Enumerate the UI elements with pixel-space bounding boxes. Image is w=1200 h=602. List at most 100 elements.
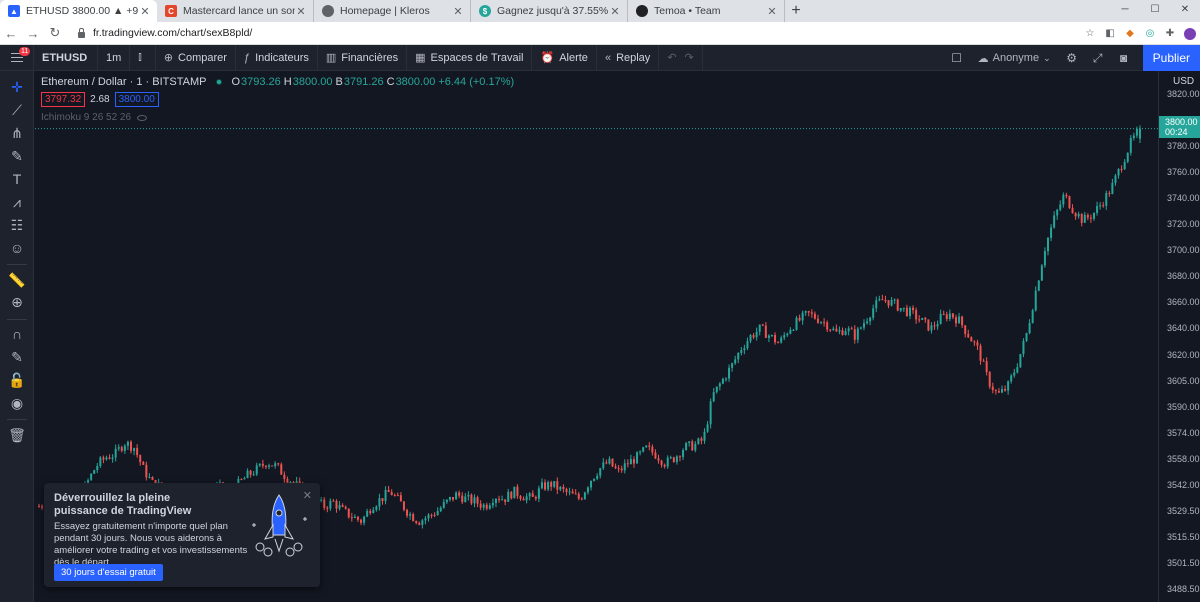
candle-body: [927, 319, 930, 331]
smiley-icon[interactable]: ☺: [0, 238, 34, 258]
forward-arrow-icon[interactable]: →: [22, 26, 44, 41]
fullscreen-icon[interactable]: ⤢: [1085, 51, 1111, 66]
browser-tab-temoa[interactable]: Temoa • Team ✕: [628, 0, 785, 22]
candle-body: [703, 431, 706, 441]
hidden-eye-icon[interactable]: [137, 114, 148, 121]
candle-body: [899, 308, 902, 311]
extension-icon[interactable]: ◧: [1104, 28, 1116, 40]
workspaces-button[interactable]: ▦ Espaces de Travail: [407, 44, 533, 71]
indicators-button[interactable]: ƒ Indicateurs: [236, 44, 318, 71]
trash-icon[interactable]: 🗑: [0, 425, 34, 445]
crosshair-icon[interactable]: ✛: [0, 77, 34, 97]
drawing-toolbar: ✛ ⟋ ⋔ ✎ T ⩘ ☷ ☺ 📏 ⊕ ∩ ✎ 🔓 ◉ 🗑: [0, 71, 34, 602]
browser-tab-tradingview[interactable]: ▲ ETHUSD 3800.00 ▲ +9.08% Ano ✕: [0, 0, 157, 22]
financials-button[interactable]: ▥ Financières: [318, 44, 408, 71]
compare-button[interactable]: ⊕ Comparer: [156, 44, 236, 71]
sell-price-button[interactable]: 3797.32: [41, 92, 86, 107]
candle-body: [1022, 340, 1025, 354]
redo-icon[interactable]: ↷: [685, 51, 694, 64]
candle-body: [583, 492, 586, 500]
candle-body: [789, 329, 792, 334]
candle-body: [402, 501, 405, 510]
candle-body: [764, 325, 767, 338]
ruler-icon[interactable]: 📏: [0, 270, 34, 290]
chart-type-button[interactable]: ⫾: [130, 44, 156, 71]
brush-icon[interactable]: ✎: [0, 146, 34, 166]
profile-avatar[interactable]: [1184, 27, 1196, 40]
close-icon[interactable]: ✕: [766, 5, 778, 18]
trend-line-icon[interactable]: ⟋: [0, 100, 34, 120]
close-icon[interactable]: ✕: [139, 5, 151, 18]
candle-body: [427, 514, 430, 519]
new-tab-button[interactable]: +: [785, 0, 807, 22]
magnet-icon[interactable]: ∩: [0, 324, 34, 344]
layout-select-icon[interactable]: ☐: [944, 51, 970, 65]
candle-body: [697, 438, 700, 444]
alert-button[interactable]: ⏰ Alerte: [532, 44, 597, 71]
browser-tab-gagnez[interactable]: $ Gagnez jusqu'à 37.55% p.a. payé ✕: [471, 0, 628, 22]
candle-body: [795, 317, 798, 330]
candle-body: [38, 506, 40, 508]
browser-tab-mastercard[interactable]: C Mastercard lance un sondage, 4 ✕: [157, 0, 314, 22]
candle-body: [139, 455, 142, 463]
buy-price-button[interactable]: 3800.00: [114, 92, 159, 107]
metamask-icon[interactable]: ◆: [1124, 28, 1136, 40]
candle-body: [847, 328, 850, 332]
layout-name-button[interactable]: ☁ Anonyme ⌄: [970, 52, 1059, 65]
candle-body: [593, 478, 596, 481]
puzzle-icon[interactable]: ✚: [1164, 28, 1176, 40]
eye-icon[interactable]: ◉: [0, 393, 34, 413]
candle-body: [255, 465, 258, 475]
price-axis[interactable]: USD 3800.00 00:24 3820.00 3800.00 3780.00 3…: [1158, 71, 1200, 602]
candle-body: [133, 448, 136, 451]
settings-gear-icon[interactable]: ⚙: [1059, 51, 1085, 65]
candle-body: [464, 496, 467, 503]
text-tool-icon[interactable]: T: [0, 169, 34, 189]
candle-body: [1004, 388, 1007, 391]
candle-body: [715, 386, 718, 393]
candle-body: [1074, 213, 1077, 217]
close-icon[interactable]: ✕: [452, 5, 464, 18]
window-close-icon[interactable]: ✕: [1170, 0, 1200, 22]
candle-body: [964, 325, 967, 334]
browser-tab-kleros[interactable]: Homepage | Kleros ✕: [314, 0, 471, 22]
bookmark-star-icon[interactable]: ☆: [1084, 28, 1096, 40]
candle-body: [786, 333, 789, 336]
candle-body: [519, 496, 522, 499]
candle-body: [936, 324, 939, 327]
replay-button[interactable]: « Replay: [597, 44, 660, 71]
maximize-icon[interactable]: ☐: [1140, 0, 1170, 22]
publish-button[interactable]: Publier: [1142, 45, 1200, 71]
back-arrow-icon[interactable]: ←: [0, 26, 22, 41]
lock-drawing-icon[interactable]: ✎: [0, 347, 34, 367]
price-tick: 3574.00: [1167, 427, 1200, 438]
tab-title: Gagnez jusqu'à 37.55% p.a. payé: [497, 5, 609, 17]
sync-extension-icon[interactable]: ◎: [1144, 28, 1156, 40]
minimize-icon[interactable]: ─: [1110, 0, 1140, 22]
interval-button[interactable]: 1m: [98, 44, 131, 71]
pitchfork-icon[interactable]: ⋔: [0, 123, 34, 143]
free-trial-button[interactable]: 30 jours d'essai gratuit: [54, 564, 163, 581]
forecast-icon[interactable]: ☷: [0, 215, 34, 235]
candle-body: [430, 514, 433, 516]
candle-body: [553, 481, 556, 487]
candle-body: [605, 462, 608, 464]
main-menu-button[interactable]: 11: [0, 44, 34, 71]
camera-icon[interactable]: ◙: [1111, 51, 1137, 65]
close-icon[interactable]: ✕: [609, 5, 621, 18]
undo-icon[interactable]: ↶: [667, 51, 676, 64]
candle-body: [504, 499, 507, 502]
promo-title: Déverrouillez la pleine puissance de Tra…: [54, 492, 192, 517]
url-field[interactable]: fr.tradingview.com/chart/sexB8pld/: [78, 22, 252, 45]
pattern-icon[interactable]: ⩘: [0, 192, 34, 212]
candle-body: [761, 324, 764, 326]
close-icon[interactable]: ✕: [295, 5, 307, 18]
reload-icon[interactable]: ↻: [44, 25, 66, 41]
indicator-legend[interactable]: Ichimoku 9 26 52 26: [41, 112, 148, 123]
lock-icon[interactable]: 🔓: [0, 370, 34, 390]
candle-body: [893, 299, 896, 301]
candle-body: [816, 318, 819, 323]
candle-body: [734, 359, 737, 364]
zoom-in-icon[interactable]: ⊕: [0, 292, 34, 312]
symbol-search-button[interactable]: ETHUSD: [34, 44, 98, 71]
